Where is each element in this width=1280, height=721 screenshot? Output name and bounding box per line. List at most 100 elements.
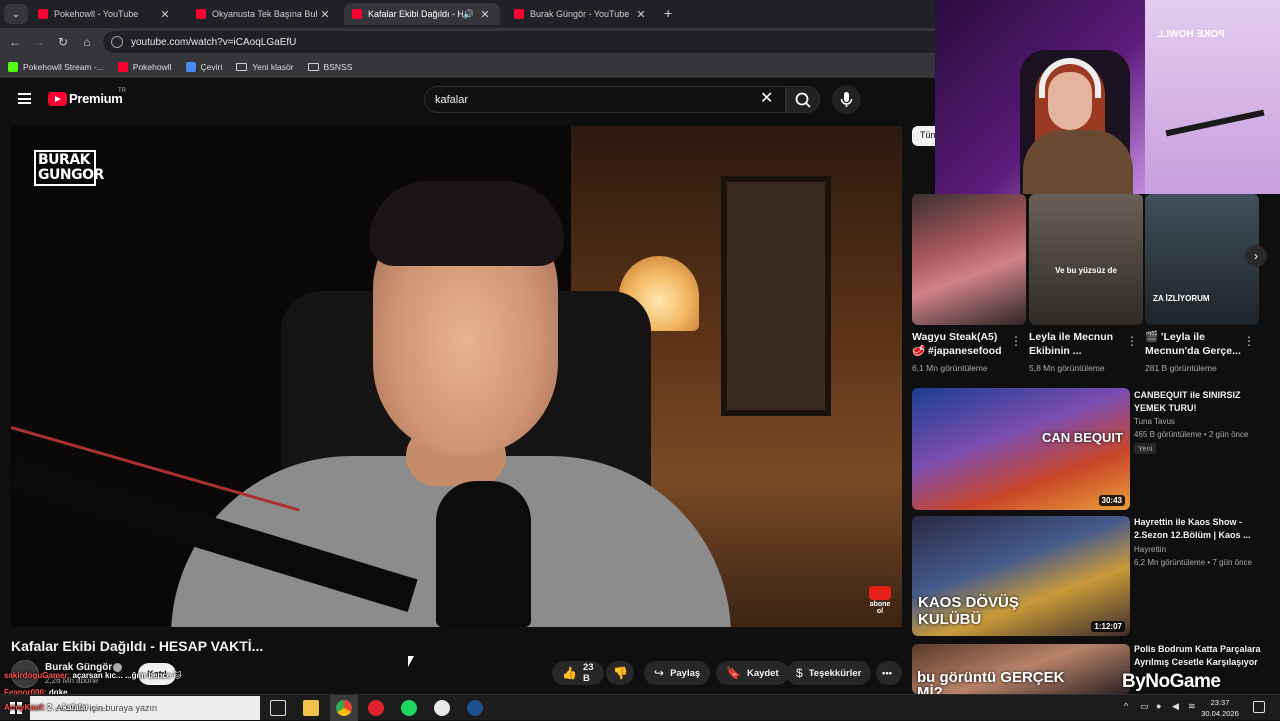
system-clock[interactable]: 23:37 30.04.2026 — [1200, 697, 1240, 719]
kick-icon — [8, 61, 18, 72]
bookmark-pokehowll[interactable]: Pokehowll — [117, 61, 172, 72]
youtube-favicon-icon — [38, 9, 48, 19]
short-views: 5,8 Mn görüntüleme — [1029, 363, 1105, 373]
voice-search-button[interactable] — [832, 85, 861, 114]
address-bar-row: ← → ↻ ⌂ youtube.com/watch?v=iCAoqLGaEfU — [0, 28, 935, 56]
streamer-webcam: POKE HOWLL — [935, 0, 1280, 194]
short-menu-icon[interactable]: ⋮ — [1243, 334, 1255, 348]
microphone-icon — [840, 92, 853, 107]
back-icon[interactable]: ← — [3, 35, 27, 49]
steam-icon[interactable] — [467, 700, 483, 716]
volume-icon[interactable]: ◀ — [1172, 701, 1179, 712]
related-channel[interactable]: Hayrettin — [1134, 545, 1166, 554]
short-caption: Ve bu yüzsüz de — [1055, 266, 1117, 275]
search-button[interactable] — [786, 86, 820, 113]
wall-frame — [721, 176, 831, 416]
close-tab-icon[interactable]: ✕ — [158, 8, 172, 21]
tab-okyanus[interactable]: Okyanusta Tek Başına Bulunan Ç ✕ — [188, 3, 340, 25]
save-button[interactable]: 🔖 Kaydet — [716, 661, 789, 685]
short-views: 6,1 Mn görüntüleme — [912, 363, 988, 373]
related-meta: 6,2 Mn görüntüleme • 7 gün önce — [1134, 558, 1252, 567]
short-thumbnail-leyla-mecnun[interactable]: ZA İZLİYORUM — [1145, 194, 1259, 325]
wifi-icon[interactable]: ≋ — [1188, 701, 1196, 712]
url-field[interactable]: youtube.com/watch?v=iCAoqLGaEfU — [103, 31, 935, 53]
bookmark-ceviri[interactable]: Çeviri — [185, 61, 222, 72]
search-icon — [795, 92, 811, 108]
youtube-favicon-icon — [352, 9, 362, 19]
shorts-next-arrow-icon[interactable]: › — [1245, 245, 1267, 267]
related-thumbnail[interactable]: KAOS DÖVÜŞ KULÜBÜ 1:12:07 — [912, 516, 1130, 636]
tab-burak-gungor[interactable]: Burak Güngör - YouTube ✕ — [506, 3, 656, 25]
bookmarks-bar: Pokehowll Stream -... Pokehowll Çeviri Y… — [0, 56, 935, 78]
channel-watermark-logo: BURAK GUNGOR — [34, 150, 104, 186]
thumbs-up-icon: 👍 — [562, 666, 577, 680]
dislike-button[interactable]: 👎 — [606, 661, 634, 685]
folder-icon — [307, 62, 319, 71]
subscribe-watermark-button[interactable]: abone ol — [867, 586, 893, 615]
home-icon[interactable]: ⌂ — [75, 35, 99, 49]
mouse-cursor-icon — [408, 656, 414, 667]
video-duration: 30:43 — [1098, 495, 1125, 506]
tab-pokehowll[interactable]: Pokehowll - YouTube ✕ — [30, 3, 180, 25]
clear-search-icon[interactable]: ✕ — [760, 90, 773, 108]
related-thumbnail[interactable]: CAN BEQUIT 30:43 — [912, 388, 1130, 510]
video-duration: 1:12:07 — [1091, 621, 1125, 632]
short-menu-icon[interactable]: ⋮ — [1010, 334, 1022, 348]
short-menu-icon[interactable]: ⋮ — [1126, 334, 1138, 348]
youtube-logo-icon[interactable] — [48, 92, 67, 106]
video-title: Kafalar Ekibi Dağıldı - HESAP VAKTİ... — [11, 638, 264, 654]
like-button[interactable]: 👍 23 B — [552, 661, 604, 685]
super-thanks-icon: $ — [796, 666, 803, 680]
related-thumbnail[interactable]: bu görüntü GERÇEK Mİ? — [912, 644, 1130, 694]
more-actions-button[interactable]: ••• — [876, 661, 902, 685]
bookmark-yeni-klasor[interactable]: Yeni klasör — [236, 62, 294, 72]
country-code: TR — [118, 88, 126, 94]
opera-icon[interactable] — [368, 700, 384, 716]
short-title[interactable]: Leyla ile Mecnun Ekibinin ... — [1029, 330, 1129, 358]
share-icon: ↪ — [654, 666, 665, 680]
translate-icon — [185, 61, 196, 72]
task-view-icon[interactable] — [270, 700, 286, 716]
thumbs-down-icon: 👎 — [613, 666, 628, 680]
tray-chevron-icon[interactable]: ^ — [1124, 701, 1128, 711]
chrome-icon[interactable] — [336, 700, 352, 716]
related-title[interactable]: Hayrettin ile Kaos Show - 2.Sezon 12.Böl… — [1134, 516, 1264, 542]
spotify-icon[interactable] — [401, 700, 417, 716]
bookmark-pokehowll-stream[interactable]: Pokehowll Stream -... — [8, 61, 104, 72]
bookmark-icon: 🔖 — [726, 666, 741, 680]
forward-icon[interactable]: → — [27, 35, 51, 49]
short-title[interactable]: 🎬 'Leyla ile Mecnun'da Gerçe... — [1145, 330, 1245, 358]
short-title[interactable]: Wagyu Steak(A5) 🥩 #japanesefood — [912, 330, 1012, 358]
short-views: 281 B görüntüleme — [1145, 363, 1217, 373]
microphone — [436, 481, 531, 627]
site-info-icon[interactable] — [111, 36, 123, 48]
video-player[interactable]: BURAK GUNGOR abone ol — [11, 126, 902, 627]
share-button[interactable]: ↪ Paylaş — [644, 661, 711, 685]
related-title[interactable]: CANBEQUIT ile SINIRSIZ YEMEK TURU! — [1134, 389, 1264, 415]
youtube-premium-label[interactable]: Premium — [69, 91, 123, 106]
related-title[interactable]: Polis Bodrum Katta Parçalara Ayrılmış Ce… — [1134, 643, 1264, 669]
notification-icon[interactable] — [1253, 701, 1265, 713]
chat-message: sakirdoguGamer: açarsan kıc... ...ğım be… — [4, 671, 182, 680]
mic-tray-icon[interactable]: ● — [1156, 701, 1161, 711]
tab-search-icon[interactable]: ⌄ — [4, 4, 28, 24]
related-channel[interactable]: Tuna Tavus — [1134, 417, 1175, 426]
search-input[interactable]: kafalar — [424, 86, 786, 113]
presenter-hair — [369, 181, 564, 266]
cam-logo: POKE HOWLL — [1157, 29, 1225, 40]
menu-icon[interactable] — [18, 93, 31, 104]
file-explorer-icon[interactable] — [303, 700, 319, 716]
close-tab-icon[interactable]: ✕ — [478, 8, 492, 21]
short-thumbnail-wagyu[interactable] — [912, 194, 1026, 325]
close-tab-icon[interactable]: ✕ — [634, 8, 648, 21]
tab-kafalar-active[interactable]: Kafalar Ekibi Dağıldı - HESA 🔊 ✕ — [344, 3, 500, 25]
thanks-button[interactable]: $ Teşekkürler — [786, 661, 872, 685]
short-thumbnail-leyla[interactable]: Ve bu yüzsüz de — [1029, 194, 1143, 325]
network-icon[interactable]: ▭ — [1140, 701, 1149, 712]
bookmark-bsnss[interactable]: BSNSS — [307, 62, 352, 72]
close-tab-icon[interactable]: ✕ — [318, 8, 332, 21]
obs-icon[interactable] — [434, 700, 450, 716]
speaker-icon[interactable]: 🔊 — [463, 9, 474, 20]
reload-icon[interactable]: ↻ — [51, 35, 75, 49]
new-tab-icon[interactable]: + — [664, 5, 672, 21]
